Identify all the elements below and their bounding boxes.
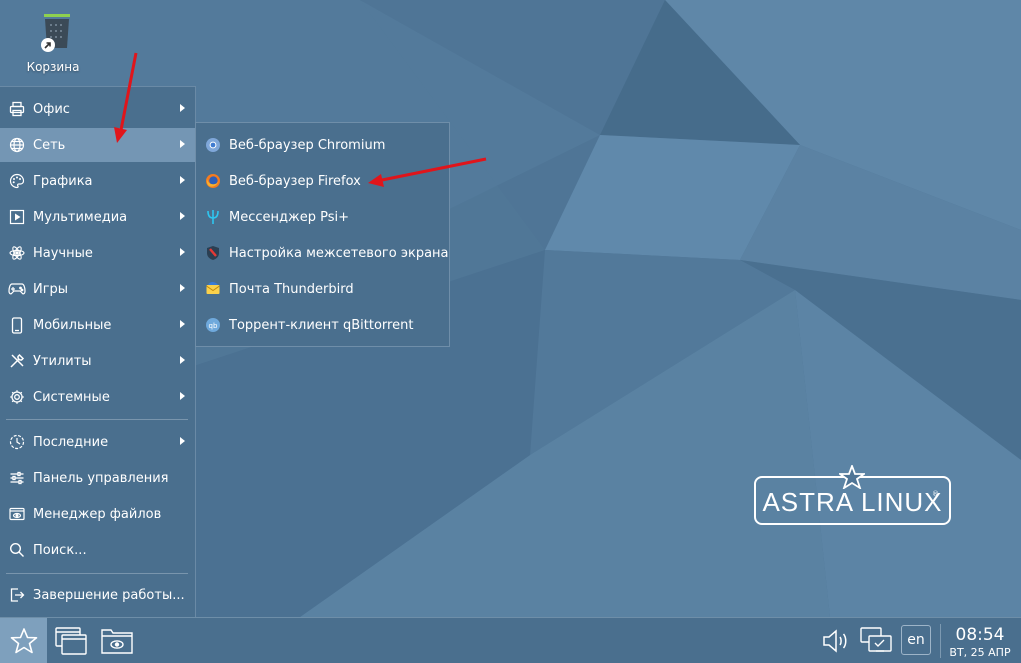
menu-item-multimedia[interactable]: Мультимедиа: [0, 200, 195, 234]
submenu-item-thunderbird[interactable]: Почта Thunderbird: [196, 271, 449, 307]
taskbar: en 08:54 ВТ, 25 АПР: [0, 617, 1021, 663]
submenu-item-label: Настройка межсетевого экрана: [229, 245, 449, 261]
show-windows-button[interactable]: [52, 618, 90, 663]
menu-item-label: Научные: [33, 245, 93, 261]
clock-date[interactable]: ВТ, 25 АПР: [944, 646, 1016, 659]
keyboard-layout-indicator[interactable]: en: [901, 625, 931, 655]
submenu-arrow-icon: [180, 284, 185, 292]
start-menu: Офис Сеть Графика Мультимедиа Научные Иг…: [0, 86, 196, 617]
globe-icon: [8, 136, 26, 154]
logo-text: ASTRA LINUX: [762, 487, 943, 517]
printer-icon: [8, 100, 26, 118]
menu-item-graphics[interactable]: Графика: [0, 164, 195, 198]
submenu-arrow-icon: [180, 437, 185, 445]
submenu-item-chromium[interactable]: Веб-браузер Chromium: [196, 127, 449, 163]
menu-item-search[interactable]: Поиск...: [0, 533, 195, 567]
volume-icon: [823, 628, 847, 653]
menu-item-label: Завершение работы...: [33, 587, 185, 603]
menu-item-games[interactable]: Игры: [0, 272, 195, 306]
submenu-item-label: Торрент-клиент qBittorrent: [229, 317, 414, 333]
phone-icon: [8, 316, 26, 334]
palette-icon: [8, 172, 26, 190]
atom-icon: [8, 244, 26, 262]
submenu-item-label: Почта Thunderbird: [229, 281, 354, 297]
logout-icon: [8, 586, 26, 604]
trash-icon: [33, 12, 73, 56]
submenu-item-label: Веб-браузер Chromium: [229, 137, 386, 153]
recent-clock-icon: [8, 433, 26, 451]
psi-icon: [204, 208, 222, 226]
menu-item-mobile[interactable]: Мобильные: [0, 308, 195, 342]
submenu-item-firewall[interactable]: Настройка межсетевого экрана: [196, 235, 449, 271]
submenu-arrow-icon: [180, 140, 185, 148]
menu-item-label: Панель управления: [33, 470, 169, 486]
search-icon: [8, 541, 26, 559]
logo-star-icon: [839, 465, 865, 489]
menu-item-science[interactable]: Научные: [0, 236, 195, 270]
menu-item-network[interactable]: Сеть: [0, 128, 195, 162]
trash-desktop-icon[interactable]: Корзина: [22, 12, 84, 74]
submenu-arrow-icon: [180, 392, 185, 400]
start-button[interactable]: [0, 618, 47, 663]
menu-separator: [6, 419, 188, 420]
menu-item-label: Утилиты: [33, 353, 92, 369]
menu-item-control-panel[interactable]: Панель управления: [0, 461, 195, 495]
play-icon: [8, 208, 26, 226]
gear-icon: [8, 388, 26, 406]
menu-item-label: Графика: [33, 173, 93, 189]
menu-item-label: Поиск...: [33, 542, 87, 558]
chromium-icon: [204, 136, 222, 154]
menu-item-utilities[interactable]: Утилиты: [0, 344, 195, 378]
submenu-item-psi[interactable]: Мессенджер Psi+: [196, 199, 449, 235]
menu-item-label: Игры: [33, 281, 69, 297]
desktop: Корзина ASTRA LINUX ® Офис Сеть Графика: [0, 0, 1021, 617]
menu-item-system[interactable]: Системные: [0, 380, 195, 414]
clock-time[interactable]: 08:54: [944, 625, 1016, 645]
gamepad-icon: [8, 280, 26, 298]
astra-linux-logo: ASTRA LINUX ®: [754, 465, 951, 525]
file-manager-taskbar-button[interactable]: [98, 618, 136, 663]
windows-icon: [55, 626, 87, 655]
firewall-shield-icon: [204, 244, 222, 262]
menu-item-shutdown[interactable]: Завершение работы...: [0, 578, 195, 612]
menu-item-label: Мультимедиа: [33, 209, 128, 225]
volume-button[interactable]: [818, 618, 854, 663]
submenu-arrow-icon: [180, 104, 185, 112]
submenu-arrow-icon: [180, 320, 185, 328]
submenu-arrow-icon: [180, 356, 185, 364]
submenu-arrow-icon: [180, 212, 185, 220]
menu-item-label: Офис: [33, 101, 70, 117]
file-manager-icon: [8, 505, 26, 523]
network-status-button[interactable]: [858, 618, 894, 663]
svg-text:qb: qb: [209, 322, 218, 330]
menu-item-label: Системные: [33, 389, 110, 405]
submenu-item-firefox[interactable]: Веб-браузер Firefox: [196, 163, 449, 199]
menu-item-file-manager[interactable]: Менеджер файлов: [0, 497, 195, 531]
trash-label: Корзина: [26, 60, 80, 74]
sliders-icon: [8, 469, 26, 487]
menu-item-label: Мобильные: [33, 317, 112, 333]
submenu-item-label: Веб-браузер Firefox: [229, 173, 361, 189]
menu-item-office[interactable]: Офис: [0, 92, 195, 126]
menu-item-label: Последние: [33, 434, 109, 450]
menu-separator: [6, 573, 188, 574]
menu-item-recent[interactable]: Последние: [0, 425, 195, 459]
menu-item-label: Менеджер файлов: [33, 506, 162, 522]
thunderbird-icon: [204, 280, 222, 298]
qbittorrent-icon: qb: [204, 316, 222, 334]
tools-icon: [8, 352, 26, 370]
submenu-item-qbittorrent[interactable]: qb Торрент-клиент qBittorrent: [196, 307, 449, 343]
network-monitor-icon: [860, 626, 892, 652]
submenu-item-label: Мессенджер Psi+: [229, 209, 349, 225]
submenu-arrow-icon: [180, 248, 185, 256]
logo-registered-mark: ®: [932, 490, 939, 498]
firefox-icon: [204, 172, 222, 190]
file-manager-icon: [101, 628, 133, 654]
network-submenu: Веб-браузер Chromium Веб-браузер Firefox…: [195, 122, 450, 347]
submenu-arrow-icon: [180, 176, 185, 184]
menu-item-label: Сеть: [33, 137, 66, 153]
start-star-icon: [10, 627, 37, 653]
taskbar-separator: [940, 624, 941, 658]
